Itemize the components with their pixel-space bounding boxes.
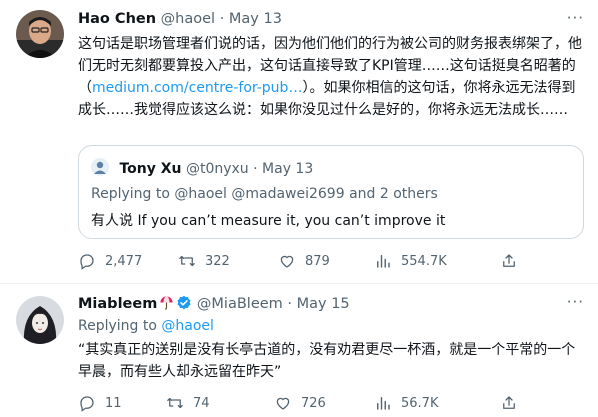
action-bar: 2,477 322 879 554.7K xyxy=(78,252,518,272)
reply-icon xyxy=(78,394,96,412)
retweet-icon xyxy=(166,394,184,412)
action-bar: 11 74 726 56.7K xyxy=(78,394,518,414)
share-button[interactable] xyxy=(500,252,518,274)
like-icon xyxy=(278,252,296,270)
separator-dot: · xyxy=(219,11,225,27)
quote-text: 有人说 If you can’t measure it, you can’t i… xyxy=(91,213,446,229)
tweet-date[interactable]: May 13 xyxy=(229,11,282,27)
share-button[interactable] xyxy=(500,394,518,416)
reply-count: 2,477 xyxy=(105,253,143,269)
tweet-text: 这句话是职场管理者们说的话，因为他们他们的行为被公司的财务报表绑架了，他们无时无… xyxy=(78,33,586,121)
tweet-header: Miableem @MiaBleem · May 15 xyxy=(78,295,582,315)
like-icon xyxy=(274,394,292,412)
views-icon xyxy=(374,252,392,270)
reply-button[interactable]: 11 xyxy=(78,394,122,412)
author-name[interactable]: Miableem xyxy=(78,296,157,312)
views-count: 56.7K xyxy=(401,395,439,411)
quote-header: Tony Xu @t0nyxu · May 13 xyxy=(91,158,313,177)
quote-author-name: Tony Xu xyxy=(119,161,182,177)
retweet-button[interactable]: 322 xyxy=(178,252,230,270)
tweet-date[interactable]: May 15 xyxy=(297,296,350,312)
views-button[interactable]: 56.7K xyxy=(374,394,438,412)
views-icon xyxy=(374,394,392,412)
avatar-tony-xu xyxy=(91,158,109,176)
like-button[interactable]: 879 xyxy=(278,252,330,270)
like-count: 879 xyxy=(305,253,330,269)
author-name[interactable]: Hao Chen xyxy=(78,11,156,27)
reply-icon xyxy=(78,252,96,270)
share-icon xyxy=(500,254,518,274)
avatar-hao-chen[interactable] xyxy=(16,10,64,58)
retweet-button[interactable]: 74 xyxy=(166,394,210,412)
more-icon[interactable]: ··· xyxy=(567,9,584,27)
avatar-miableem[interactable] xyxy=(16,296,64,344)
retweet-count: 74 xyxy=(193,395,210,411)
tweet-haoel[interactable]: Hao Chen @haoel · May 13 ··· 这句话是职场管理者们说… xyxy=(0,0,598,283)
retweet-count: 322 xyxy=(205,253,230,269)
author-handle[interactable]: @haoel xyxy=(161,11,215,27)
replying-to-handle[interactable]: @haoel xyxy=(161,318,214,334)
author-handle[interactable]: @MiaBleem xyxy=(197,296,283,312)
views-count: 554.7K xyxy=(401,253,447,269)
reply-button[interactable]: 2,477 xyxy=(78,252,142,270)
tweet-link[interactable]: medium.com/centre-for-pub… xyxy=(92,80,302,96)
retweet-icon xyxy=(178,252,196,270)
quote-replying-to: Replying to @haoel @madawei2699 and 2 ot… xyxy=(91,186,438,202)
separator-dot: · xyxy=(253,161,258,177)
umbrella-emoji-icon xyxy=(159,295,174,314)
like-count: 726 xyxy=(301,395,326,411)
views-button[interactable]: 554.7K xyxy=(374,252,447,270)
replying-to-label: Replying to xyxy=(78,318,162,334)
quoted-tweet[interactable]: Tony Xu @t0nyxu · May 13 Replying to @ha… xyxy=(78,145,584,239)
verified-badge-icon[interactable] xyxy=(176,295,192,315)
share-icon xyxy=(500,396,518,416)
quote-date: May 13 xyxy=(262,161,314,177)
more-icon[interactable]: ··· xyxy=(567,293,584,311)
quote-author-handle: @t0nyxu xyxy=(185,161,249,177)
tweet-text: “其实真正的送别是没有长亭古道的，没有劝君更尽一杯酒，就是一个平常的一个早晨，而… xyxy=(78,342,576,380)
replying-to: Replying to @haoel xyxy=(78,318,214,334)
tweet-miableem[interactable]: Miableem @MiaBleem · May 15 ··· Replying… xyxy=(0,283,598,417)
reply-count: 11 xyxy=(105,395,122,411)
like-button[interactable]: 726 xyxy=(274,394,326,412)
tweet-header: Hao Chen @haoel · May 13 xyxy=(78,11,582,31)
separator-dot: · xyxy=(287,296,293,312)
